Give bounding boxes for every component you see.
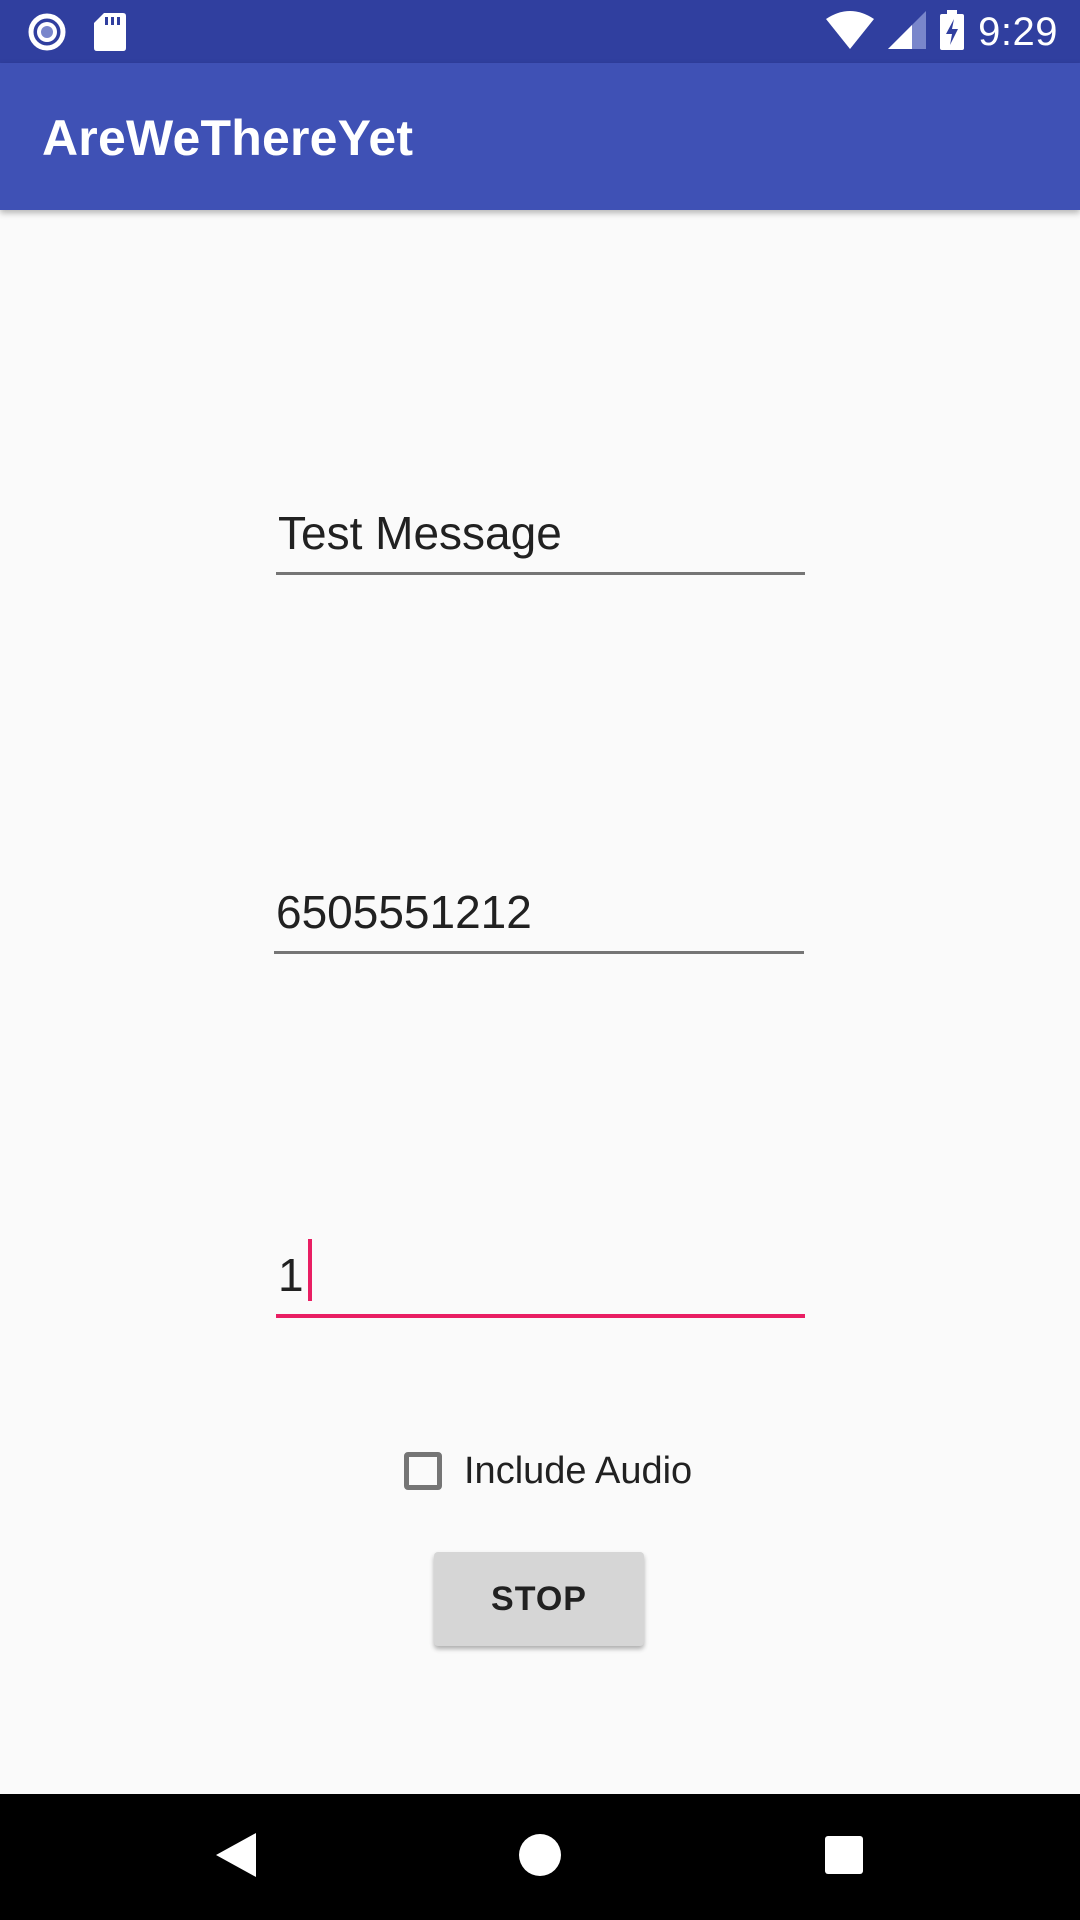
back-icon: [214, 1831, 258, 1884]
phone-number-field-value: 6505551212: [276, 886, 532, 938]
sd-card-icon: [94, 13, 126, 56]
status-time: 9:29: [978, 9, 1058, 54]
text-cursor: [307, 1239, 312, 1301]
number-field[interactable]: 1: [276, 1224, 805, 1318]
app-title: AreWeThereYet: [42, 110, 414, 166]
app-bar: AreWeThereYet: [0, 63, 1080, 210]
phone-number-field[interactable]: 6505551212: [274, 861, 804, 954]
stop-button[interactable]: STOP: [434, 1552, 644, 1646]
home-icon: [518, 1833, 562, 1882]
checkbox-box[interactable]: [404, 1452, 442, 1490]
home-button[interactable]: [480, 1794, 600, 1920]
include-audio-checkbox[interactable]: Include Audio: [404, 1446, 692, 1496]
recents-icon: [824, 1835, 864, 1880]
cell-signal-icon: [888, 10, 927, 54]
message-field[interactable]: Test Message: [276, 482, 805, 575]
navigation-bar: [0, 1794, 1080, 1920]
number-field-value: 1: [278, 1249, 304, 1301]
battery-charging-icon: [940, 9, 965, 55]
recents-button[interactable]: [784, 1794, 904, 1920]
wifi-icon: [826, 10, 875, 54]
record-icon: [28, 13, 66, 56]
number-field-value-wrap: 1: [278, 1239, 312, 1302]
include-audio-label: Include Audio: [464, 1449, 693, 1492]
message-field-value: Test Message: [278, 507, 562, 559]
status-bar: 9:29: [0, 0, 1080, 63]
back-button[interactable]: [176, 1794, 296, 1920]
